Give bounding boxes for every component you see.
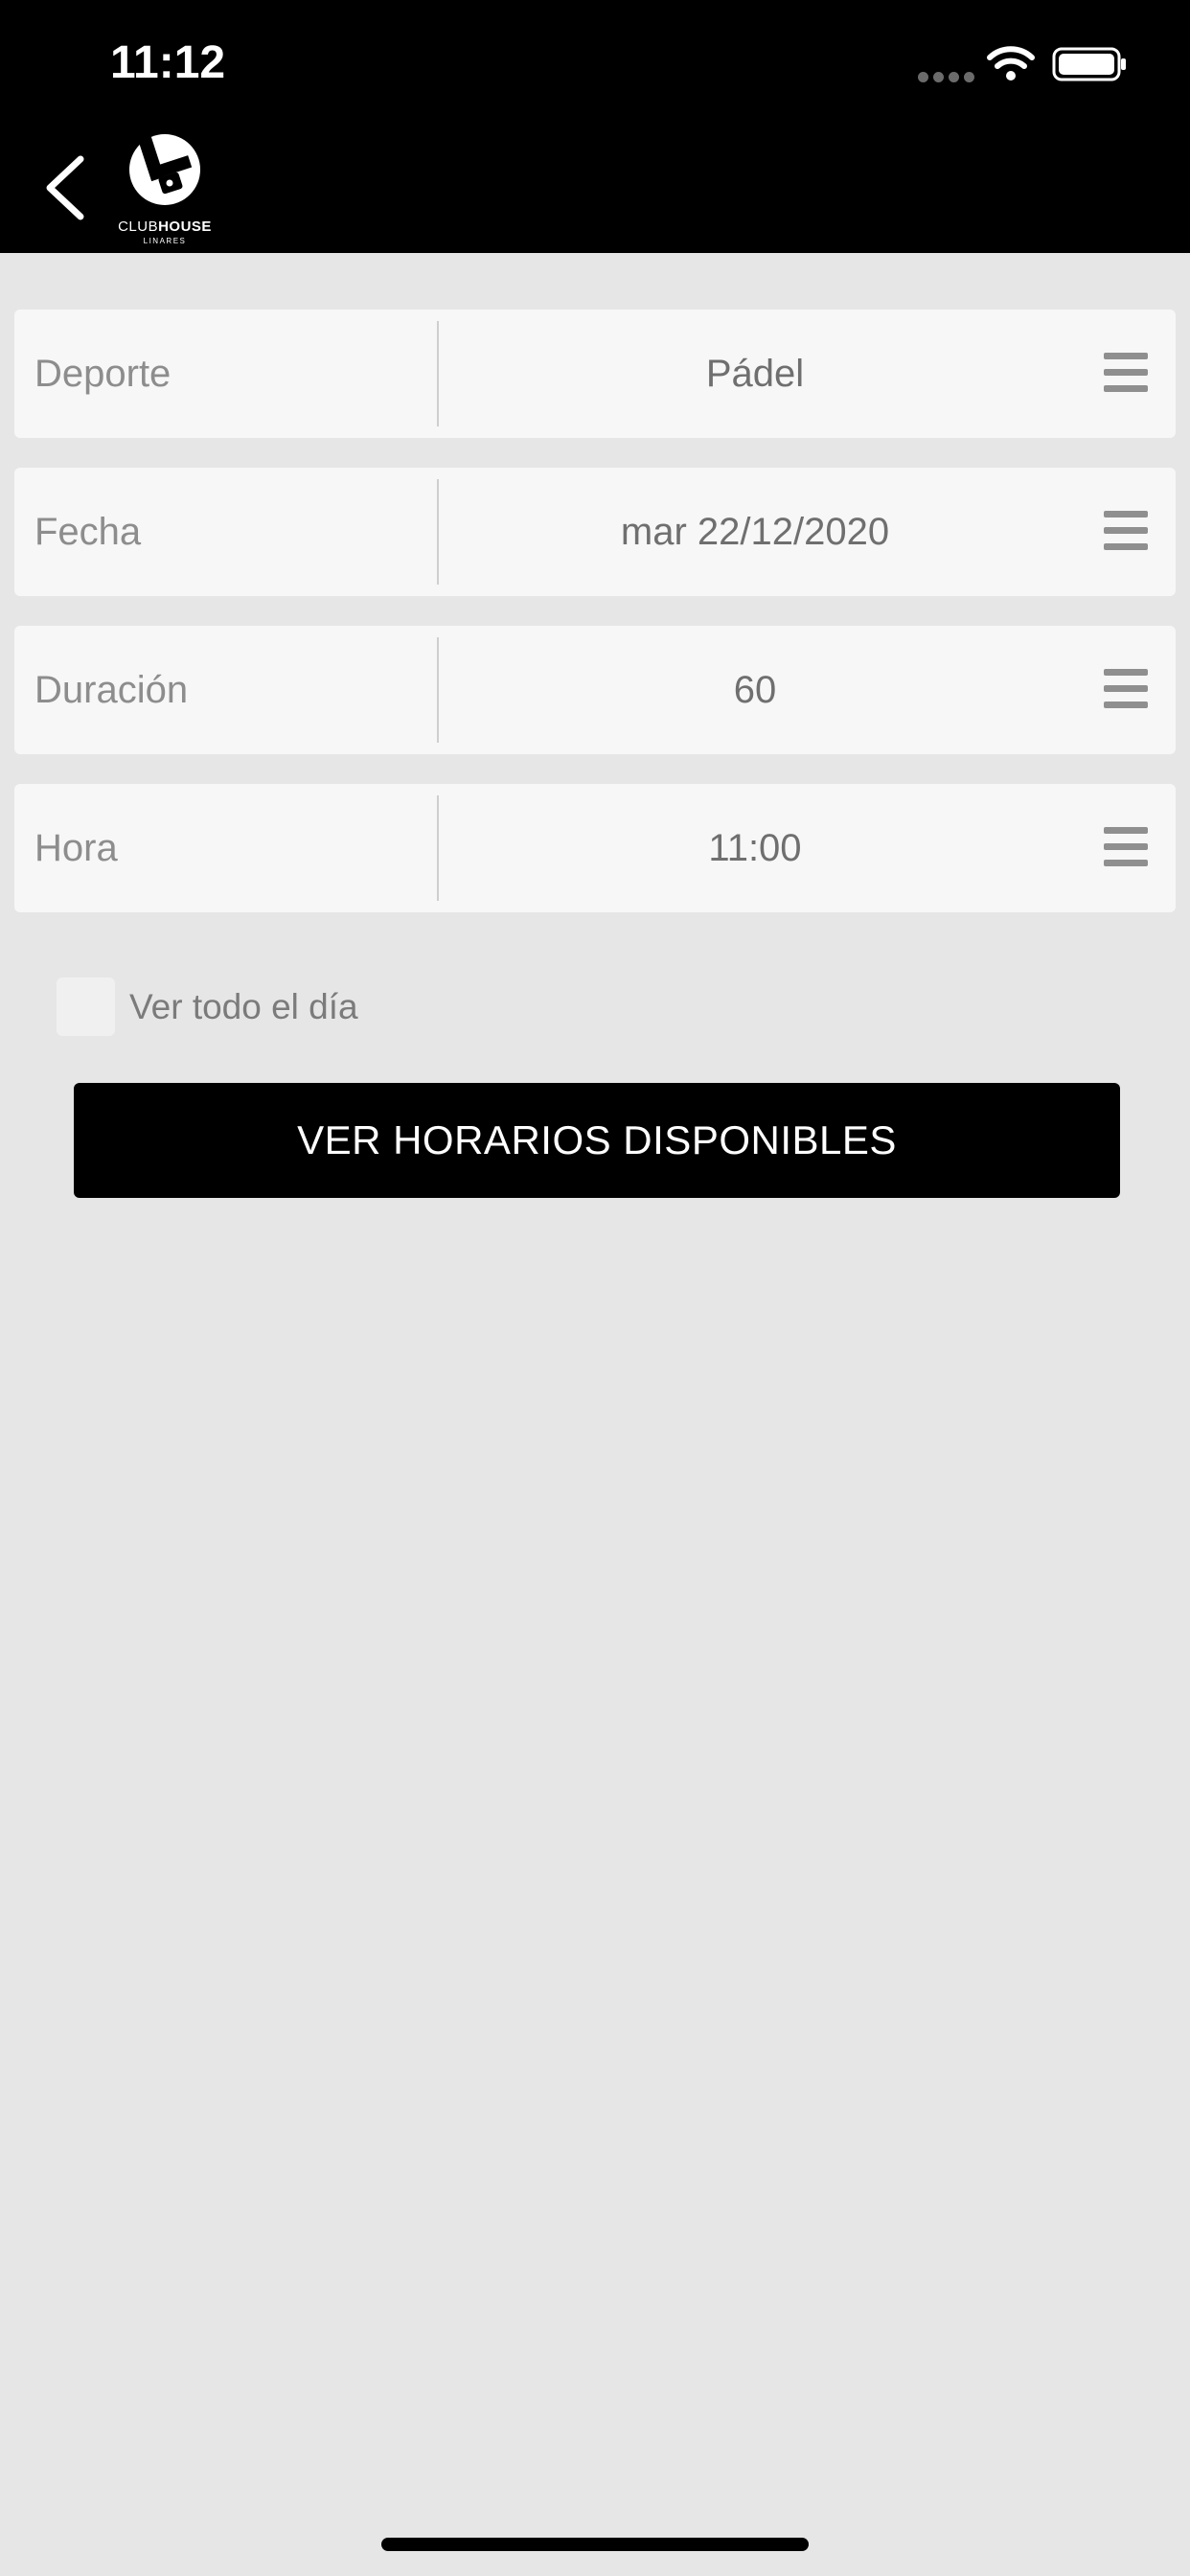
date-selector-row[interactable]: Fecha mar 22/12/2020 (14, 468, 1176, 596)
date-value[interactable]: mar 22/12/2020 (439, 468, 1071, 596)
battery-icon (1052, 47, 1126, 81)
date-label: Fecha (34, 511, 142, 553)
status-time: 11:12 (110, 37, 226, 88)
menu-lines-icon[interactable] (1104, 827, 1150, 867)
menu-lines-icon[interactable] (1104, 511, 1150, 551)
time-selector-row[interactable]: Hora 11:00 (14, 784, 1176, 912)
logo-mark-icon (129, 134, 200, 205)
home-indicator[interactable] (381, 2538, 809, 2551)
sport-value[interactable]: Pádel (439, 310, 1071, 438)
sport-selector-row[interactable]: Deporte Pádel (14, 310, 1176, 438)
app-header: 11:12 CLUBHOUSE LINARES (0, 0, 1190, 253)
whole-day-checkbox[interactable] (57, 978, 115, 1036)
menu-lines-icon[interactable] (1104, 353, 1150, 393)
duration-value[interactable]: 60 (439, 626, 1071, 754)
wifi-icon (987, 46, 1035, 80)
clubhouse-logo: CLUBHOUSE LINARES (113, 132, 217, 245)
logo-wordmark: CLUBHOUSE (118, 218, 212, 235)
back-chevron-icon[interactable] (38, 153, 96, 222)
view-available-times-button[interactable]: VER HORARIOS DISPONIBLES (74, 1083, 1120, 1198)
time-value[interactable]: 11:00 (439, 784, 1071, 912)
duration-selector-row[interactable]: Duración 60 (14, 626, 1176, 754)
whole-day-label[interactable]: Ver todo el día (129, 978, 358, 1036)
menu-lines-icon[interactable] (1104, 669, 1150, 709)
logo-subtitle: LINARES (143, 237, 187, 245)
time-label: Hora (34, 827, 118, 869)
sport-label: Deporte (34, 353, 172, 395)
signal-icon (918, 72, 975, 83)
duration-label: Duración (34, 669, 189, 711)
